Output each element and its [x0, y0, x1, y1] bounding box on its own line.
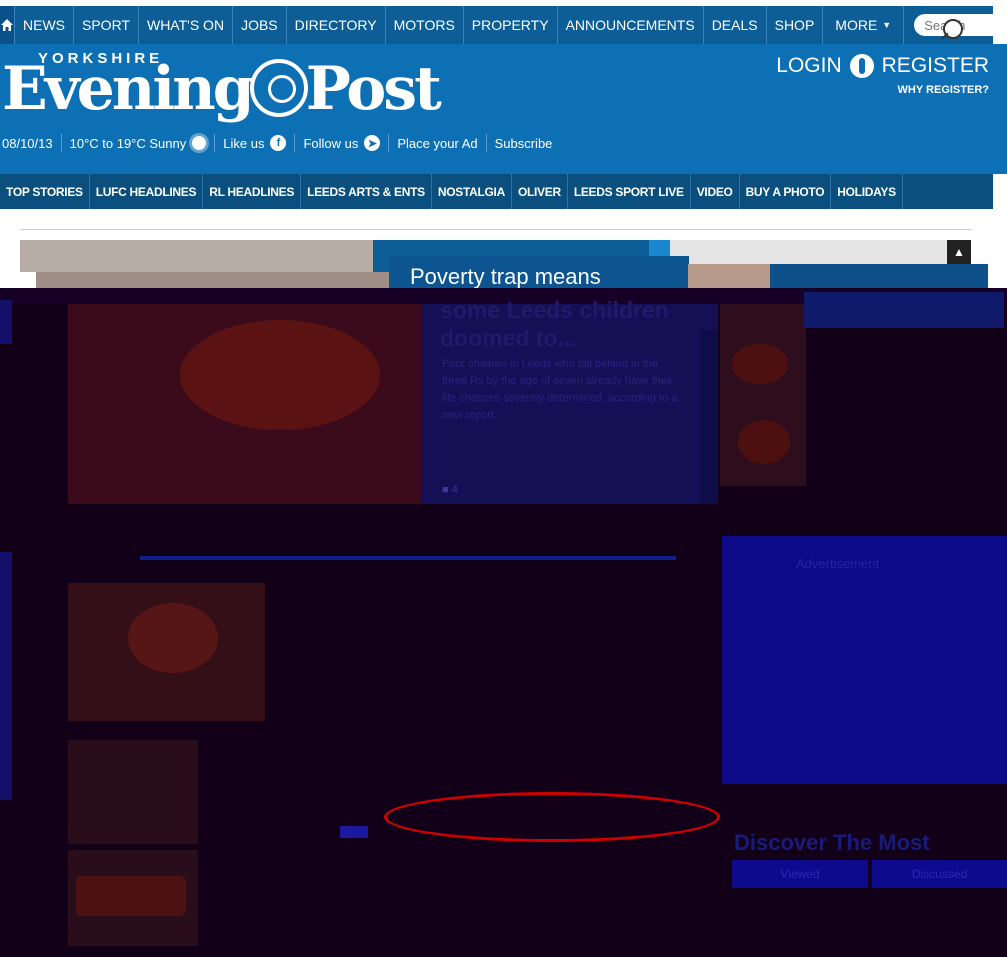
- weather-text: 10°C to 19°C Sunny: [69, 135, 187, 151]
- nav-more[interactable]: MORE ▼: [823, 6, 905, 44]
- home-icon: [1, 19, 13, 31]
- nav-news[interactable]: NEWS: [15, 6, 74, 44]
- tab-viewed[interactable]: Viewed: [732, 860, 868, 888]
- facebook-icon: f: [270, 135, 287, 151]
- carousel-active-item[interactable]: [804, 292, 1004, 328]
- chevron-up-icon: ▲: [953, 245, 965, 259]
- tab-discussed-label: Discussed: [911, 867, 968, 881]
- hero-panel-edge: [700, 330, 718, 504]
- section-lufc-headlines[interactable]: LUFC HEADLINES: [90, 174, 204, 209]
- date-label: 08/10/13: [2, 134, 62, 152]
- nav-shop[interactable]: SHOP: [767, 6, 824, 44]
- section-video[interactable]: VIDEO: [691, 174, 740, 209]
- why-register-link[interactable]: WHY REGISTER?: [898, 84, 989, 96]
- chevron-down-icon: ▼: [882, 20, 892, 30]
- story-thumb[interactable]: [68, 740, 198, 844]
- new-badge: [340, 826, 368, 838]
- section-buy-a-photo[interactable]: BUY A PHOTO: [740, 174, 832, 209]
- nav-motors[interactable]: MOTORS: [386, 6, 464, 44]
- nav-deals[interactable]: DEALS: [704, 6, 767, 44]
- weather: 10°C to 19°C Sunny: [62, 134, 216, 152]
- nav-sport[interactable]: SPORT: [74, 6, 139, 44]
- nav-more-label: MORE: [835, 17, 878, 33]
- logo-post: Post: [305, 54, 442, 124]
- rose-icon: [249, 59, 308, 117]
- divider: [20, 229, 972, 230]
- tab-discussed[interactable]: Discussed: [872, 860, 1007, 888]
- nav-whats-on[interactable]: WHAT'S ON: [139, 6, 234, 44]
- sun-icon: [192, 136, 207, 150]
- hero-tab: [649, 240, 671, 256]
- hero-summary: Poor children in Leeds who fall behind i…: [442, 358, 678, 421]
- story-thumb-2[interactable]: [68, 850, 198, 946]
- account-links: LOGIN REGISTER: [776, 54, 989, 78]
- comment-icon: ■: [442, 484, 449, 496]
- advert-label: Advertisement: [796, 556, 880, 571]
- story-photo[interactable]: [68, 583, 265, 721]
- section-oliver[interactable]: OLIVER: [512, 174, 568, 209]
- hero-photo-hand: [180, 320, 380, 430]
- login-link[interactable]: LOGIN: [776, 54, 841, 78]
- comment-count: 4: [451, 484, 458, 496]
- like-us-link[interactable]: Like us f: [215, 134, 296, 152]
- section-leeds-sport-live[interactable]: LEEDS SPORT LIVE: [568, 174, 691, 209]
- section-nostalgia[interactable]: NOSTALGIA: [432, 174, 512, 209]
- section-navigation: TOP STORIES LUFC HEADLINES RL HEADLINES …: [0, 174, 993, 209]
- carousel-up-button[interactable]: ▲: [947, 240, 971, 264]
- tab-viewed-label: Viewed: [780, 867, 820, 881]
- left-edge-strip: [0, 300, 12, 344]
- site-logo[interactable]: Evening Post: [2, 54, 442, 124]
- carousel-strip: [670, 240, 950, 264]
- nav-jobs[interactable]: JOBS: [233, 6, 287, 44]
- info-bar: 08/10/13 10°C to 19°C Sunny Like us f Fo…: [2, 134, 560, 152]
- section-rl-headlines[interactable]: RL HEADLINES: [203, 174, 302, 209]
- subscribe-link[interactable]: Subscribe: [487, 134, 561, 152]
- page: NEWS SPORT WHAT'S ON JOBS DIRECTORY MOTO…: [0, 0, 1007, 957]
- hero-photo[interactable]: [20, 240, 374, 272]
- left-edge-strip-2: [0, 552, 12, 800]
- hero-comments[interactable]: ■ 4: [442, 484, 458, 496]
- home-button[interactable]: [0, 6, 15, 44]
- carousel-item-line: ​: [808, 356, 998, 372]
- nav-directory[interactable]: DIRECTORY: [287, 6, 386, 44]
- discover-title: Discover The Most: [734, 830, 930, 855]
- top-navigation: NEWS SPORT WHAT'S ON JOBS DIRECTORY MOTO…: [0, 6, 1007, 44]
- nav-announcements[interactable]: ANNOUNCEMENTS: [558, 6, 704, 44]
- follow-us-label: Follow us: [303, 135, 359, 151]
- nav-property[interactable]: PROPERTY: [464, 6, 558, 44]
- section-heading-rule: [140, 556, 676, 560]
- follow-us-link[interactable]: Follow us ➤: [295, 134, 390, 152]
- search-icon[interactable]: [943, 19, 963, 39]
- like-us-label: Like us: [223, 135, 265, 151]
- register-link[interactable]: REGISTER: [882, 54, 989, 78]
- section-holidays[interactable]: HOLIDAYS: [831, 174, 903, 209]
- advert-slot[interactable]: [722, 536, 1007, 784]
- twitter-icon: ➤: [364, 135, 381, 151]
- logo-evening: Evening: [2, 54, 255, 124]
- section-top-stories[interactable]: TOP STORIES: [0, 174, 90, 209]
- place-ad-link[interactable]: Place your Ad: [389, 134, 487, 152]
- user-icon: [849, 54, 874, 78]
- carousel-thumbs-dimmed[interactable]: [720, 304, 806, 486]
- section-leeds-arts[interactable]: LEEDS ARTS & ENTS: [301, 174, 432, 209]
- hero-headline-rest[interactable]: some Leeds children doomed to...: [440, 296, 710, 352]
- highlight-ellipse: [384, 792, 720, 842]
- masthead: YORKSHIRE Evening Post LOGIN REGISTER WHY…: [0, 44, 1007, 174]
